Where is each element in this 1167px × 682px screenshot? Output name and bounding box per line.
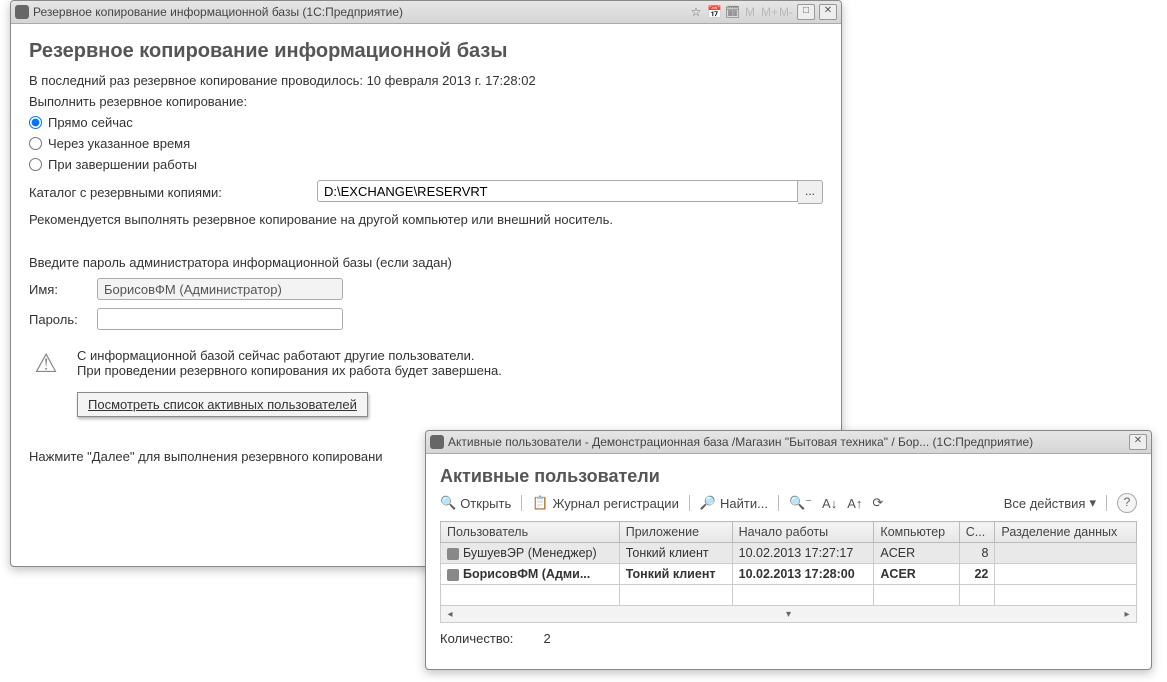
search-icon: 🔎	[700, 495, 716, 511]
cell-start: 10.02.2013 17:27:17	[732, 543, 874, 564]
col-user[interactable]: Пользователь	[441, 522, 620, 543]
horizontal-scrollbar[interactable]: ◂ ▾ ▸	[440, 606, 1137, 623]
cell-session: 8	[959, 543, 995, 564]
backup-titlebar[interactable]: Резервное копирование информационной баз…	[11, 1, 841, 24]
journal-icon: 📋	[532, 495, 548, 511]
users-toolbar: 🔍 Открыть 📋 Журнал регистрации 🔎 Найти..…	[440, 493, 1137, 513]
page-title: Резервное копирование информационной баз…	[29, 40, 823, 63]
scroll-right-icon[interactable]: ▸	[1120, 609, 1134, 620]
password-row: Пароль:	[29, 308, 823, 330]
warning-line2: При проведении резервного копирования их…	[77, 363, 502, 378]
col-session[interactable]: С...	[959, 522, 995, 543]
journal-button[interactable]: 📋 Журнал регистрации	[532, 495, 679, 511]
warning-row: ⚠ С информационной базой сейчас работают…	[29, 348, 823, 417]
col-computer[interactable]: Компьютер	[874, 522, 959, 543]
users-titlebar[interactable]: Активные пользователи - Демонстрационная…	[426, 431, 1151, 454]
radio-onexit-label: При завершении работы	[48, 157, 197, 172]
open-button[interactable]: 🔍 Открыть	[440, 495, 511, 511]
password-label: Пароль:	[29, 312, 89, 327]
table-row[interactable]: БорисовФМ (Адми... Тонкий клиент 10.02.2…	[441, 564, 1137, 585]
user-icon	[447, 569, 459, 581]
close-button[interactable]: ✕	[1129, 434, 1147, 450]
journal-label: Журнал регистрации	[552, 496, 678, 511]
cell-separation	[995, 564, 1137, 585]
radio-onexit-input[interactable]	[29, 158, 42, 171]
cell-app: Тонкий клиент	[619, 543, 732, 564]
users-table: Пользователь Приложение Начало работы Ко…	[440, 521, 1137, 606]
schedule-label: Выполнить резервное копирование:	[29, 94, 823, 109]
name-row: Имя:	[29, 278, 823, 300]
cell-separation	[995, 543, 1137, 564]
count-value: 2	[543, 631, 550, 646]
cell-user: БушуевЭР (Менеджер)	[463, 546, 597, 560]
scroll-left-icon[interactable]: ◂	[443, 609, 457, 620]
table-row-empty	[441, 585, 1137, 606]
close-button[interactable]: ✕	[819, 4, 837, 20]
name-label: Имя:	[29, 282, 89, 297]
m-minus-icon: M-	[779, 5, 793, 19]
all-actions-button[interactable]: Все действия ▾	[1004, 495, 1096, 511]
backup-content: Резервное копирование информационной баз…	[11, 24, 841, 482]
radio-now-label: Прямо сейчас	[48, 115, 133, 130]
cell-computer: ACER	[874, 543, 959, 564]
view-active-users-link[interactable]: Посмотреть список активных пользователей	[77, 392, 368, 417]
m-plus-icon: M+	[761, 5, 775, 19]
path-row: Каталог с резервными копиями: ...	[29, 180, 823, 204]
all-actions-label: Все действия	[1004, 496, 1086, 511]
clear-filter-icon[interactable]: 🔍⁻	[789, 495, 812, 511]
calendar-icon[interactable]: 🗓	[725, 5, 739, 19]
backup-title: Резервное копирование информационной баз…	[33, 5, 403, 19]
find-label: Найти...	[720, 496, 768, 511]
count-label: Количество:	[440, 631, 513, 646]
maximize-button[interactable]: □	[797, 4, 815, 20]
cell-start: 10.02.2013 17:28:00	[732, 564, 874, 585]
calculator-icon[interactable]: 📅	[707, 5, 721, 19]
active-users-window: Активные пользователи - Демонстрационная…	[425, 430, 1152, 670]
recommend-text: Рекомендуется выполнять резервное копиро…	[29, 212, 823, 227]
app-icon	[430, 435, 444, 449]
last-run-text: В последний раз резервное копирование пр…	[29, 73, 823, 88]
path-label: Каталог с резервными копиями:	[29, 185, 309, 200]
cred-prompt: Введите пароль администратора информацио…	[29, 255, 823, 270]
name-input	[97, 278, 343, 300]
table-row[interactable]: БушуевЭР (Менеджер) Тонкий клиент 10.02.…	[441, 543, 1137, 564]
app-icon	[15, 5, 29, 19]
sort-desc-icon[interactable]: A↑	[847, 496, 862, 511]
path-input[interactable]	[317, 180, 798, 202]
count-footer: Количество: 2	[440, 631, 1137, 646]
cell-app: Тонкий клиент	[619, 564, 732, 585]
radio-later-input[interactable]	[29, 137, 42, 150]
refresh-icon[interactable]: ⟳	[872, 495, 883, 511]
col-separation[interactable]: Разделение данных	[995, 522, 1137, 543]
sort-asc-icon[interactable]: A↓	[822, 496, 837, 511]
user-icon	[447, 548, 459, 560]
browse-button[interactable]: ...	[798, 180, 823, 204]
radio-onexit[interactable]: При завершении работы	[29, 157, 823, 172]
m-icon: M	[743, 5, 757, 19]
warning-line1: С информационной базой сейчас работают д…	[77, 348, 502, 363]
help-button[interactable]: ?	[1117, 493, 1137, 513]
radio-later[interactable]: Через указанное время	[29, 136, 823, 151]
scroll-thumb[interactable]: ▾	[786, 609, 791, 620]
favorite-icon[interactable]: ☆	[689, 5, 703, 19]
col-app[interactable]: Приложение	[619, 522, 732, 543]
col-start[interactable]: Начало работы	[732, 522, 874, 543]
radio-later-label: Через указанное время	[48, 136, 190, 151]
radio-now-input[interactable]	[29, 116, 42, 129]
warning-icon: ⚠	[29, 348, 63, 378]
users-title: Активные пользователи - Демонстрационная…	[448, 435, 1033, 449]
password-input[interactable]	[97, 308, 343, 330]
cell-session: 22	[959, 564, 995, 585]
radio-now[interactable]: Прямо сейчас	[29, 115, 823, 130]
find-button[interactable]: 🔎 Найти...	[700, 495, 768, 511]
users-heading: Активные пользователи	[440, 466, 1137, 487]
cell-computer: ACER	[874, 564, 959, 585]
magnifier-icon: 🔍	[440, 495, 456, 511]
users-content: Активные пользователи 🔍 Открыть 📋 Журнал…	[426, 454, 1151, 654]
chevron-down-icon: ▾	[1089, 495, 1096, 511]
cell-user: БорисовФМ (Адми...	[463, 567, 590, 581]
open-label: Открыть	[460, 496, 511, 511]
